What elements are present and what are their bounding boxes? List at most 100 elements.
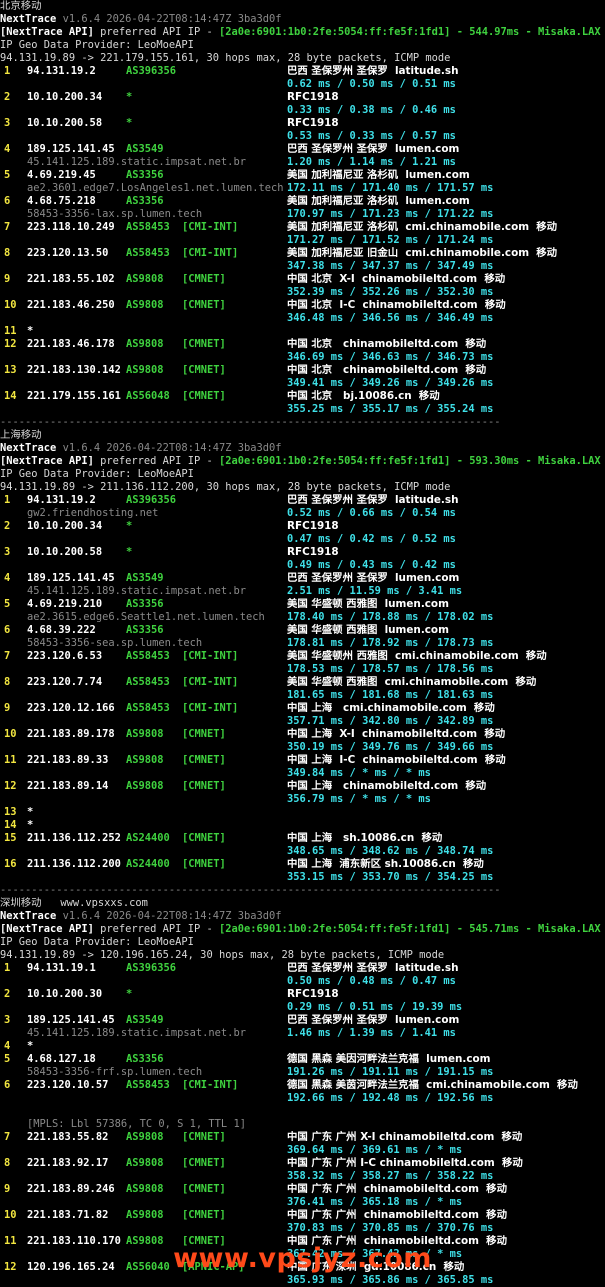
hop-rtt: 0.49 ms / 0.43 ms / 0.42 ms — [287, 559, 456, 571]
trace-title: 北京移动 — [0, 0, 42, 12]
hop-ip: 4.69.219.45 — [27, 169, 96, 181]
app-name: NextTrace — [0, 13, 57, 25]
hop-geo: 中国 上海 I-C chinamobileltd.com 移动 — [287, 754, 506, 766]
hop-number: 7 — [4, 221, 11, 233]
hop-line: 12 221.183.46.178 AS9808 [CMNET] 中国 北京 china… — [0, 338, 605, 351]
hop-rtt: 172.11 ms / 171.40 ms / 171.57 ms — [287, 182, 494, 194]
geo-provider: IP Geo Data Provider: LeoMoeAPI — [0, 39, 194, 51]
hop-asn: * — [126, 546, 133, 558]
hop-number: 5 — [4, 1053, 11, 1065]
hop-rtt: 370.83 ms / 370.85 ms / 370.76 ms — [287, 1222, 494, 1234]
hop-rtt: 171.27 ms / 171.52 ms / 171.24 ms — [287, 234, 494, 246]
hop-number: 7 — [4, 650, 11, 662]
hop-ip: 221.183.55.82 — [27, 1131, 109, 1143]
hop-geo: 美国 加利福尼亚 洛杉矶 cmi.chinamobile.com 移动 — [287, 221, 558, 233]
app-name: NextTrace — [0, 910, 57, 922]
hop-detail-line: 181.65 ms / 181.68 ms / 181.63 ms — [0, 689, 605, 702]
hop-line: 4 * — [0, 1040, 605, 1053]
hop-asn: AS9808 — [126, 1157, 164, 1169]
hop-asn: AS56048 — [126, 390, 170, 402]
api-node: Misaka.LAX — [538, 923, 601, 935]
hop-detail-line: 346.48 ms / 346.56 ms / 346.49 ms — [0, 312, 605, 325]
hop-rtt: 357.71 ms / 342.80 ms / 342.89 ms — [287, 715, 494, 727]
hop-line: 1 94.131.19.2 AS396356 巴西 圣保罗州 圣保罗 latitude… — [0, 494, 605, 507]
hop-geo: 德国 黑森 美因河畔法兰克福 lumen.com — [287, 1053, 491, 1065]
hop-tag: [CMI-INT] — [182, 247, 239, 259]
hop-asn: AS9808 — [126, 273, 164, 285]
hop-detail-line: 45.141.125.189.static.impsat.net.br 1.20 … — [0, 156, 605, 169]
hop-number: 6 — [4, 195, 11, 207]
hop-line: 3 10.10.200.58 * RFC1918 — [0, 546, 605, 559]
hop-tag: [CMNET] — [182, 1183, 226, 1195]
hop-line: 6 4.68.39.222 AS3356 美国 华盛顿 西雅图 lumen.com — [0, 624, 605, 637]
hop-rtt: 349.84 ms / * ms / * ms — [287, 767, 431, 779]
hop-ip: 221.183.89.178 — [27, 728, 115, 740]
hop-tag: [CMNET] — [182, 299, 226, 311]
hop-number: 16 — [4, 858, 17, 870]
hop-asn: AS9808 — [126, 780, 164, 792]
hop-tag: [CMNET] — [182, 1157, 226, 1169]
hop-detail-line: 58453-3356-lax.sp.lumen.tech 170.97 ms / … — [0, 208, 605, 221]
hop-rtt: 1.46 ms / 1.39 ms / 1.41 ms — [287, 1027, 456, 1039]
hop-geo: 美国 华盛顿 西雅图 cmi.chinamobile.com 移动 — [287, 676, 537, 688]
hop-tag: [CMNET] — [182, 858, 226, 870]
hop-rtt: 0.33 ms / 0.38 ms / 0.46 ms — [287, 104, 456, 116]
hop-line: 6 223.120.10.57 AS58453 [CMI-INT] 德国 黑森 美茵河畔… — [0, 1079, 605, 1092]
hop-detail-line: 0.29 ms / 0.51 ms / 19.39 ms — [0, 1001, 605, 1014]
api-line: [NextTrace API] preferred API IP - [2a0e… — [0, 455, 605, 468]
separator-line: ----------------------------------------… — [0, 884, 605, 897]
hop-number: 9 — [4, 702, 11, 714]
hop-line: 4 189.125.141.45 AS3549 巴西 圣保罗州 圣保罗 lumen.c… — [0, 143, 605, 156]
hop-asn: AS396356 — [126, 494, 177, 506]
hop-number: 9 — [4, 1183, 11, 1195]
hop-geo: 中国 北京 chinamobileltd.com 移动 — [287, 364, 487, 376]
hop-rdns: 45.141.125.189.static.impsat.net.br — [27, 156, 246, 168]
hop-rtt: 178.40 ms / 178.88 ms / 178.02 ms — [287, 611, 494, 623]
hop-asn: AS3549 — [126, 1014, 164, 1026]
hop-ip: 94.131.19.2 — [27, 494, 96, 506]
hop-geo: 中国 上海 X-I chinamobileltd.com 移动 — [287, 728, 506, 740]
hop-rtt: 0.53 ms / 0.33 ms / 0.57 ms — [287, 130, 456, 142]
hop-rtt: 348.65 ms / 348.62 ms / 348.74 ms — [287, 845, 494, 857]
watermark: www.vpsjyz.com — [173, 1243, 432, 1274]
hop-asn: AS9808 — [126, 1209, 164, 1221]
hop-asn: AS9808 — [126, 1183, 164, 1195]
hop-asn: AS58453 — [126, 676, 170, 688]
hop-rtt: 0.29 ms / 0.51 ms / 19.39 ms — [287, 1001, 463, 1013]
hop-rtt: 0.62 ms / 0.50 ms / 0.51 ms — [287, 78, 456, 90]
hop-asn: AS9808 — [126, 338, 164, 350]
hop-geo: 中国 广东 广州 chinamobileltd.com 移动 — [287, 1209, 507, 1221]
hop-number: 6 — [4, 1079, 11, 1091]
hop-ip: 189.125.141.45 — [27, 572, 115, 584]
hop-asn: * — [126, 520, 133, 532]
hop-number: 4 — [4, 143, 11, 155]
hop-detail-line: gw2.friendhosting.net 0.52 ms / 0.66 ms /… — [0, 507, 605, 520]
version-info: v1.6.4 2026-04-22T08:14:47Z 3ba3d0f — [62, 910, 282, 922]
hop-line: 11 221.183.89.33 AS9808 [CMNET] 中国 上海 I-C ch… — [0, 754, 605, 767]
hop-tag: [CMNET] — [182, 273, 226, 285]
hop-rdns: ae2.3615.edge6.Seattle1.net.lumen.tech — [27, 611, 265, 623]
hop-asn: AS396356 — [126, 65, 177, 77]
hop-detail-line: 358.32 ms / 358.27 ms / 358.22 ms — [0, 1170, 605, 1183]
hop-geo: 德国 黑森 美茵河畔法兰克福 cmi.chinamobile.com 移动 — [287, 1079, 578, 1091]
api-node: Misaka.LAX — [538, 26, 601, 38]
hop-ip: 223.118.10.249 — [27, 221, 115, 233]
hop-line: 2 10.10.200.30 * RFC1918 — [0, 988, 605, 1001]
api-latency: - 593.30ms - — [456, 455, 532, 467]
route-summary: 94.131.19.89 -> 221.179.155.161, 30 hops… — [0, 52, 451, 64]
hop-line: 12 221.183.89.14 AS9808 [CMNET] 中国 上海 chinam… — [0, 780, 605, 793]
hop-rtt: 2.51 ms / 11.59 ms / 3.41 ms — [287, 585, 463, 597]
hop-line: 5 4.69.219.45 AS3356 美国 加利福尼亚 洛杉矶 lumen.com — [0, 169, 605, 182]
api-ip: [2a0e:6901:1b0:2fe:5054:ff:fe5f:1fd1] — [218, 923, 451, 935]
hop-number: 1 — [4, 962, 11, 974]
app-name: NextTrace — [0, 442, 57, 454]
hop-asn: AS3356 — [126, 169, 164, 181]
hop-detail-line: 370.83 ms / 370.85 ms / 370.76 ms — [0, 1222, 605, 1235]
hop-ip: 94.131.19.2 — [27, 65, 96, 77]
version-info: v1.6.4 2026-04-22T08:14:47Z 3ba3d0f — [62, 13, 282, 25]
hop-geo: 美国 加利福尼亚 洛杉矶 lumen.com — [287, 169, 470, 181]
hop-geo: RFC1918 — [287, 91, 339, 103]
hop-tag: [CMNET] — [182, 832, 226, 844]
hop-rtt: 0.47 ms / 0.42 ms / 0.52 ms — [287, 533, 456, 545]
route-summary: 94.131.19.89 -> 211.136.112.200, 30 hops… — [0, 481, 451, 493]
